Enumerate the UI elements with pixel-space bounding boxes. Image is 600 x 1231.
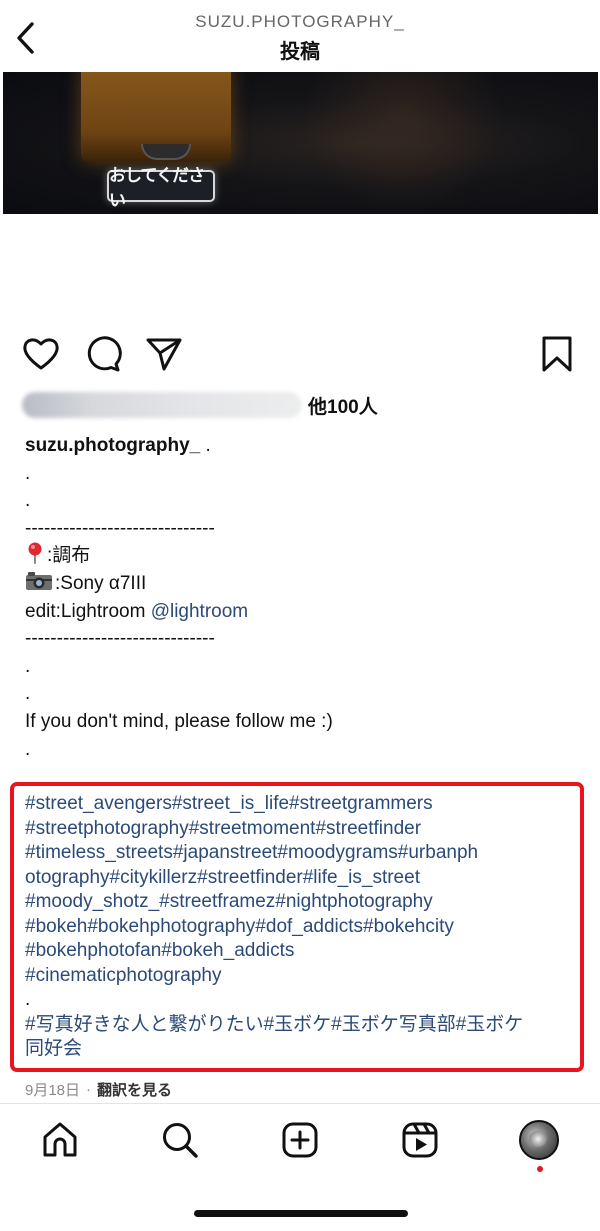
avatar-image — [529, 1131, 547, 1147]
search-icon — [163, 1123, 198, 1158]
tab-search[interactable] — [160, 1120, 200, 1160]
image-background-glow — [303, 72, 503, 214]
caption-username[interactable]: suzu.photography_ — [25, 435, 200, 456]
hashtag-line[interactable]: #bokehphotofan#bokeh_addicts — [25, 939, 570, 964]
profile-avatar[interactable] — [519, 1120, 559, 1160]
blurred-liker-names — [22, 392, 302, 418]
hashtag-line[interactable]: otography#citykillerz#streetfinder#life_… — [25, 866, 570, 891]
hashtag-dot: . — [25, 989, 31, 1010]
caption-divider: ------------------------------ — [25, 628, 215, 650]
heart-icon — [23, 338, 59, 370]
location-text: :調布 — [47, 545, 91, 567]
edit-text: edit:Lightroom — [25, 600, 151, 622]
follow-request-text: If you don't mind, please follow me :) — [25, 710, 333, 732]
hashtag-line[interactable]: #street_avengers#street_is_life#streetgr… — [25, 792, 570, 817]
hashtag-line[interactable]: #cinematicphotography — [25, 964, 570, 989]
see-translation-link[interactable]: 翻訳を見る — [97, 1079, 172, 1100]
caption-dot: . — [25, 655, 31, 677]
post-caption: suzu.photography_ . . . ----------------… — [25, 432, 580, 763]
top-nav-bar: SUZU.PHOTOGRAPHY_ 投稿 — [0, 0, 600, 72]
camera-emoji-icon — [26, 571, 52, 590]
hashtag-line-jp[interactable]: 同好会 — [25, 1037, 570, 1062]
tab-create[interactable] — [280, 1120, 320, 1160]
caption-dot: . — [25, 683, 31, 705]
tab-reels[interactable] — [400, 1120, 440, 1160]
like-button[interactable] — [21, 334, 61, 374]
tab-home[interactable] — [40, 1120, 80, 1160]
bookmark-icon — [542, 336, 572, 372]
caption-dot: . — [25, 490, 31, 512]
share-button[interactable] — [144, 334, 184, 374]
hashtag-line[interactable]: #streetphotography#streetmoment#streetfi… — [25, 817, 570, 842]
likes-row[interactable]: 他100人 — [22, 390, 582, 420]
hashtag-list: #street_avengers#street_is_life#streetgr… — [25, 792, 570, 1062]
notification-dot — [537, 1166, 543, 1172]
post-date: 9月18日 — [25, 1082, 81, 1099]
likes-count: 他100人 — [308, 396, 378, 418]
post-image[interactable]: おしてください — [3, 72, 598, 214]
camera-text: :Sony α7III — [55, 572, 147, 594]
home-icon — [43, 1122, 77, 1157]
comment-icon — [87, 336, 122, 372]
page-title: 投稿 — [280, 41, 320, 63]
hashtag-line[interactable]: #moody_shotz_#streetframez#nightphotogra… — [25, 890, 570, 915]
post-actions — [0, 334, 600, 376]
meta-separator: · — [86, 1081, 92, 1098]
hashtag-line[interactable]: #timeless_streets#japanstreet#moodygrams… — [25, 841, 570, 866]
caption-dot: . — [25, 738, 31, 760]
lightroom-mention-link[interactable]: @lightroom — [151, 601, 248, 622]
create-post-icon — [282, 1122, 318, 1158]
round-pushpin-icon — [28, 542, 42, 565]
header-account-name: SUZU.PHOTOGRAPHY_ — [195, 12, 405, 31]
comment-button[interactable] — [83, 334, 123, 374]
hashtag-line-jp[interactable]: #写真好きな人と繋がりたい#玉ボケ#玉ボケ写真部#玉ボケ — [25, 1013, 570, 1038]
hashtag-line[interactable]: #bokeh#bokehphotography#dof_addicts#boke… — [25, 915, 570, 940]
paper-plane-icon — [146, 338, 182, 371]
caption-divider: ------------------------------ — [25, 517, 215, 539]
caption-first-line-suffix: . — [200, 435, 211, 456]
save-button[interactable] — [537, 334, 577, 374]
home-indicator — [194, 1210, 408, 1217]
caption-dot: . — [25, 462, 31, 484]
post-meta: 9月18日 · 翻訳を見る — [25, 1079, 172, 1100]
image-sign: おしてください — [107, 166, 215, 210]
reels-icon — [402, 1122, 438, 1158]
